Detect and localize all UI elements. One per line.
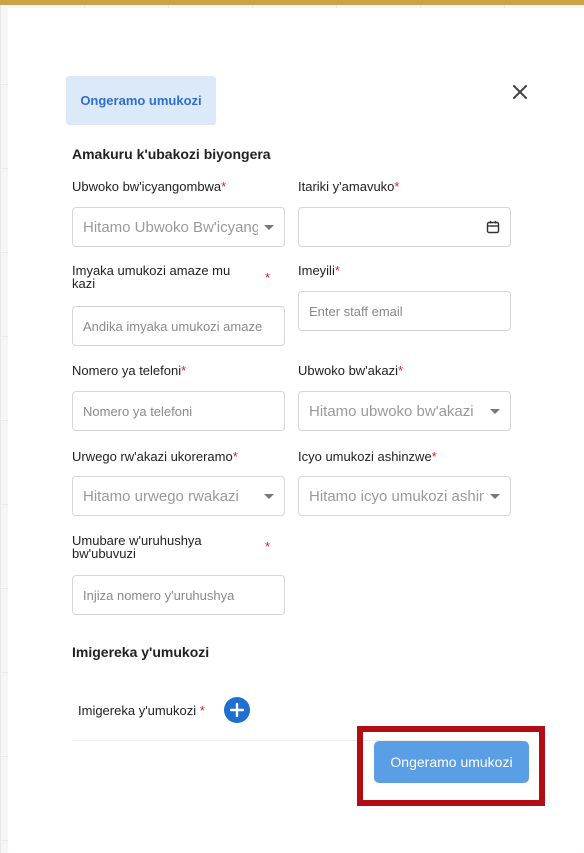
required-mark: * xyxy=(232,449,238,464)
required-mark: * xyxy=(181,363,187,378)
label-job-type: Ubwoko bw'akazi* xyxy=(298,364,403,377)
required-mark: * xyxy=(394,179,400,194)
email-input[interactable]: Enter staff email xyxy=(298,291,511,331)
label-insurance-type: Ubwoko bw'icyangombwa* xyxy=(72,180,226,193)
label-text: Imigereka y'umukozi xyxy=(78,703,197,718)
submit-button[interactable]: Ongeramo umukozi xyxy=(374,741,529,783)
responsibility-select[interactable]: Hitamo icyo umukozi ashinzwe xyxy=(298,476,511,516)
close-button[interactable] xyxy=(508,80,532,104)
phone-input[interactable]: Nomero ya telefoni xyxy=(72,391,285,431)
label-experience: Imyaka umukozi amaze mu kazi xyxy=(72,263,231,291)
license-number-input[interactable]: Injiza nomero y'uruhushya xyxy=(72,575,285,615)
job-type-select[interactable]: Hitamo ubwoko bw'akazi xyxy=(298,391,511,431)
label-text: Imeyili xyxy=(298,263,335,278)
label-text: Icyo umukozi ashinzwe xyxy=(298,449,432,464)
calendar-icon xyxy=(486,221,500,234)
required-mark: * xyxy=(398,363,404,378)
license-number-placeholder: Injiza nomero y'uruhushya xyxy=(83,587,235,603)
birth-date-field[interactable] xyxy=(298,207,511,247)
required-mark: * xyxy=(334,263,340,278)
label-phone: Nomero ya telefoni* xyxy=(72,364,186,377)
label-text: Nomero ya telefoni xyxy=(72,363,182,378)
add-staff-modal: Ongeramo umukozi Amakuru k'ubakozi biyon… xyxy=(8,8,584,853)
label-license-number: Umubare w'uruhushya bw'ubuvuzi xyxy=(72,533,202,561)
required-mark: * xyxy=(221,179,227,194)
required-mark: * xyxy=(199,703,205,718)
label-text: Ubwoko bw'icyangombwa xyxy=(72,179,222,194)
work-level-select[interactable]: Hitamo urwego rwakazi xyxy=(72,476,285,516)
label-text: Ubwoko bw'akazi xyxy=(298,363,399,378)
email-placeholder: Enter staff email xyxy=(309,303,403,319)
job-type-placeholder: Hitamo ubwoko bw'akazi xyxy=(309,402,474,420)
label-text: Itariki y'amavuko xyxy=(298,179,395,194)
section-title-staff-info: Amakuru k'ubakozi biyongera xyxy=(72,146,271,162)
label-restrictions: Imigereka y'umukozi * xyxy=(78,704,205,717)
add-restriction-button[interactable] xyxy=(224,697,250,723)
modal-title: Ongeramo umukozi xyxy=(66,76,216,125)
insurance-type-placeholder: Hitamo Ubwoko Bw'icyangombwa xyxy=(83,218,258,236)
close-icon xyxy=(513,85,527,99)
chevron-down-icon xyxy=(264,224,274,230)
work-level-placeholder: Hitamo urwego rwakazi xyxy=(83,487,239,505)
required-mark: * xyxy=(265,270,271,285)
insurance-type-select[interactable]: Hitamo Ubwoko Bw'icyangombwa xyxy=(72,207,285,247)
chevron-down-icon xyxy=(490,408,500,414)
responsibility-placeholder: Hitamo icyo umukozi ashinzwe xyxy=(309,487,484,505)
chevron-down-icon xyxy=(490,493,500,499)
plus-icon xyxy=(230,703,244,717)
label-birth-date: Itariki y'amavuko* xyxy=(298,180,399,193)
required-mark: * xyxy=(265,539,271,554)
label-email: Imeyili* xyxy=(298,264,340,277)
label-text: Urwego rw'akazi ukoreramo xyxy=(72,449,233,464)
label-work-level: Urwego rw'akazi ukoreramo* xyxy=(72,450,238,463)
experience-placeholder: Andika imyaka umukozi amaze xyxy=(83,318,263,334)
phone-placeholder: Nomero ya telefoni xyxy=(83,403,193,419)
top-border xyxy=(0,0,584,5)
required-mark: * xyxy=(431,449,437,464)
chevron-down-icon xyxy=(264,493,274,499)
experience-input[interactable]: Andika imyaka umukozi amaze xyxy=(72,306,285,346)
section-title-restrictions: Imigereka y'umukozi xyxy=(72,644,210,660)
label-responsibility: Icyo umukozi ashinzwe* xyxy=(298,450,437,463)
